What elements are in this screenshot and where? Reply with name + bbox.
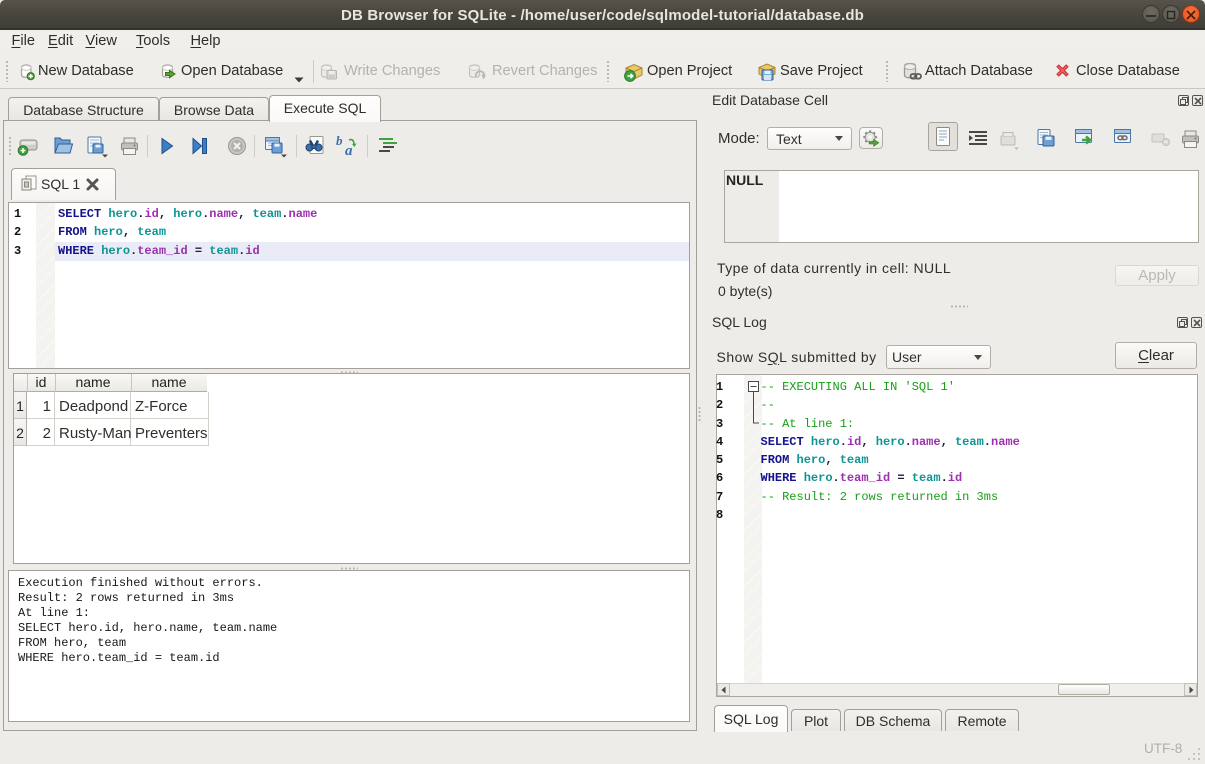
svg-text:a: a	[345, 143, 353, 158]
svg-text:b: b	[336, 134, 343, 148]
